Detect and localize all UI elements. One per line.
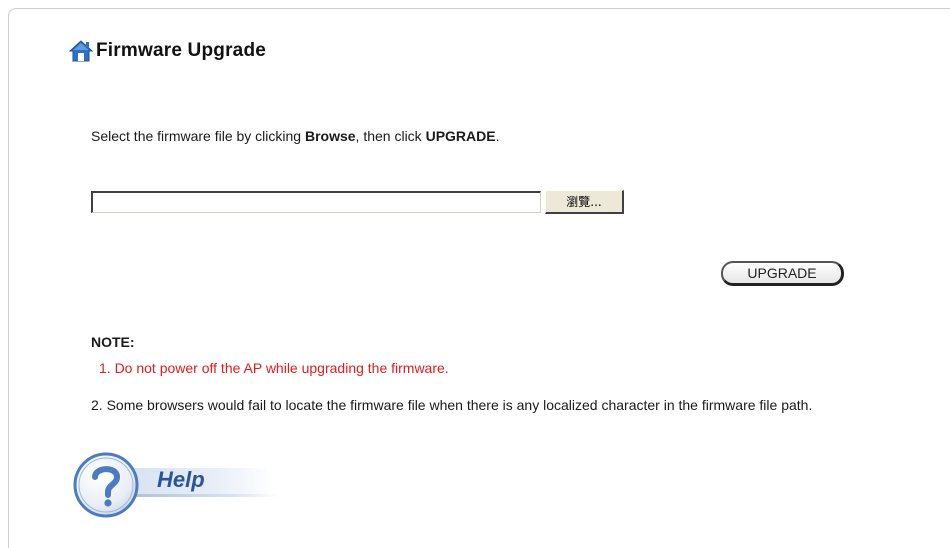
instruction-upgrade-word: UPGRADE [425, 128, 496, 144]
firmware-file-input[interactable] [91, 191, 541, 213]
instruction-part-3: . [495, 128, 500, 144]
instruction-text: Select the firmware file by clicking Bro… [91, 128, 499, 144]
note-title: NOTE: [91, 334, 135, 350]
instruction-part-2: , then click [355, 128, 426, 144]
home-icon [68, 39, 94, 63]
help-label[interactable]: Help [157, 467, 205, 493]
help-bar-underline [129, 494, 279, 497]
upgrade-button[interactable]: UPGRADE [721, 261, 844, 286]
help-link[interactable]: Help [73, 450, 283, 520]
note-item-info: 2. Some browsers would fail to locate th… [91, 397, 813, 413]
file-picker: 瀏覽... [91, 190, 624, 214]
question-mark-icon[interactable] [73, 450, 143, 520]
instruction-browse-word: Browse [304, 128, 356, 144]
page-title: Firmware Upgrade [96, 40, 267, 61]
instruction-part-1: Select the firmware file by clicking [91, 128, 305, 144]
note-item-warning: 1. Do not power off the AP while upgradi… [99, 360, 449, 376]
browse-button[interactable]: 瀏覽... [545, 190, 624, 214]
content-panel: Firmware Upgrade Select the firmware fil… [8, 8, 950, 548]
page-header: Firmware Upgrade [68, 39, 267, 63]
